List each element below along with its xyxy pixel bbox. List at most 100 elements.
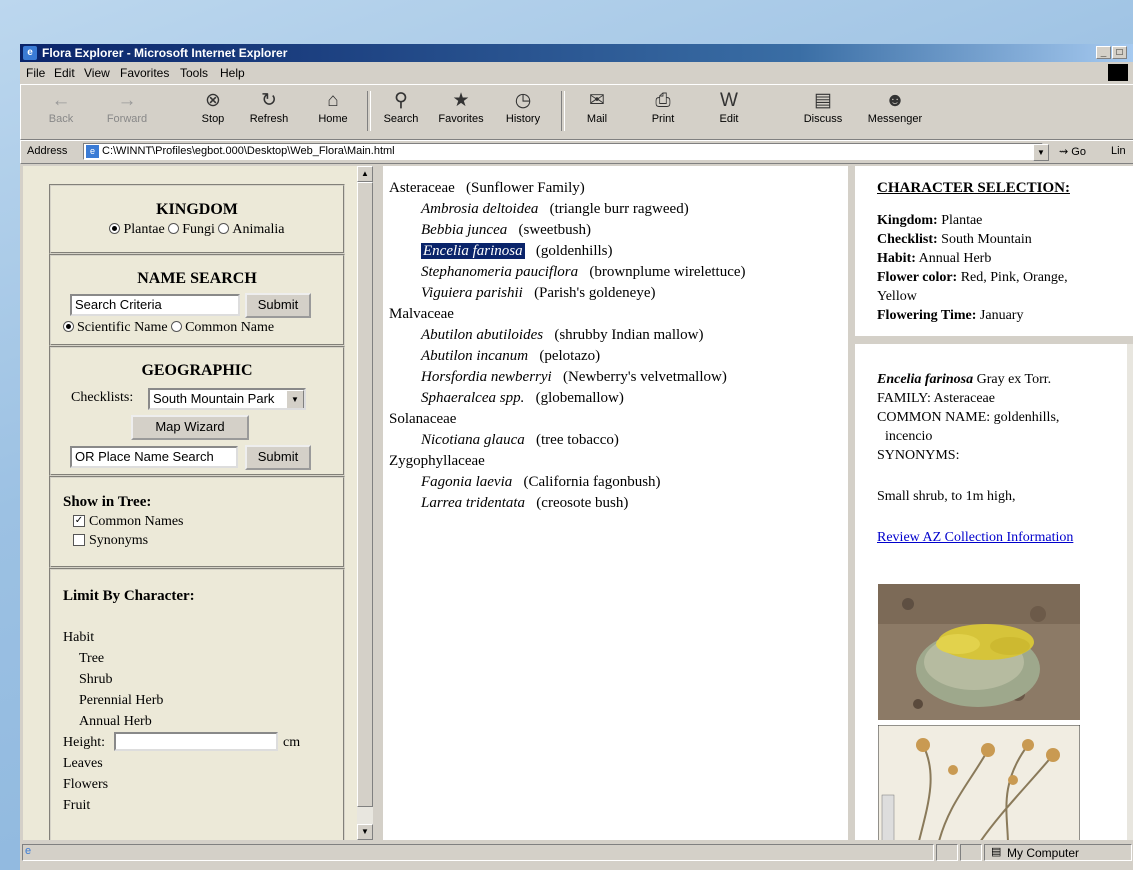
refresh-label: Refresh <box>249 113 289 125</box>
address-input[interactable]: e C:\WINNT\Profiles\egbot.000\Desktop\We… <box>83 143 1043 160</box>
tree-item-abutilon-abutiloides[interactable]: Abutilon abutiloides (shrubby Indian mal… <box>421 327 703 344</box>
tree-item-bebbia-juncea[interactable]: Bebbia juncea (sweetbush) <box>421 222 591 239</box>
mail-button[interactable]: ✉ Mail <box>569 89 625 125</box>
menu-help[interactable]: Help <box>220 66 245 80</box>
family-asteraceae[interactable]: Asteraceae (Sunflower Family) <box>389 180 585 197</box>
checklist-selected-value: South Mountain Park <box>153 391 275 406</box>
checklist-select[interactable]: South Mountain Park ▼ <box>148 388 306 410</box>
family-zygophyllaceae[interactable]: Zygophyllaceae <box>389 453 485 470</box>
checkbox-common-names[interactable]: ✓ Common Names <box>73 514 343 530</box>
stop-button[interactable]: ⊗ Stop <box>185 89 241 125</box>
herbarium-specimen-photo[interactable] <box>878 725 1080 840</box>
frame-splitter[interactable] <box>373 166 383 840</box>
minimize-button[interactable]: _ <box>1096 46 1111 59</box>
menu-view[interactable]: View <box>84 66 110 80</box>
scroll-up-arrow-icon[interactable]: ▲ <box>357 166 373 182</box>
habit-perennial-herb[interactable]: Perennial Herb <box>63 690 343 711</box>
messenger-button[interactable]: ☻ Messenger <box>861 89 929 125</box>
tree-item-ambrosia-deltoidea[interactable]: Ambrosia deltoidea (triangle burr ragwee… <box>421 201 689 218</box>
tree-item-larrea-tridentata[interactable]: Larrea tridentata (creosote bush) <box>421 495 628 512</box>
discuss-button[interactable]: ▤ Discuss <box>795 89 851 125</box>
forward-button[interactable]: → Forward <box>99 89 155 125</box>
go-arrow-icon: ⇝ <box>1059 146 1069 158</box>
tree-item-nicotiana-glauca[interactable]: Nicotiana glauca (tree tobacco) <box>421 432 619 449</box>
habit-label[interactable]: Habit <box>63 627 343 648</box>
frame-splitter[interactable] <box>855 336 1133 344</box>
checkbox-synonyms[interactable]: Synonyms <box>73 533 343 549</box>
left-frame-scrollbar[interactable]: ▲ ▼ <box>357 166 373 840</box>
height-input[interactable] <box>114 732 278 751</box>
geographic-submit-button[interactable]: Submit <box>245 445 311 470</box>
tree-item-viguiera-parishii[interactable]: Viguiera parishii (Parish's goldeneye) <box>421 285 655 302</box>
search-criteria-input[interactable]: Search Criteria <box>70 294 240 316</box>
links-button[interactable]: Lin <box>1111 145 1126 157</box>
search-label: Search <box>383 113 419 125</box>
history-button[interactable]: ◷ History <box>495 89 551 125</box>
tree-item-stephanomeria-pauciflora[interactable]: Stephanomeria pauciflora (brownplume wir… <box>421 264 746 281</box>
address-url: C:\WINNT\Profiles\egbot.000\Desktop\Web_… <box>102 145 395 157</box>
radio-animalia[interactable]: Animalia <box>218 222 285 237</box>
forward-arrow-icon: → <box>117 90 137 111</box>
favorites-button[interactable]: ★ Favorites <box>433 89 489 125</box>
name-search-heading: NAME SEARCH <box>137 270 257 287</box>
status-text-pane: e <box>22 844 934 861</box>
selected-kingdom: Kingdom: Plantae <box>877 213 983 228</box>
menu-tools[interactable]: Tools <box>180 66 208 80</box>
plant-photo[interactable] <box>878 584 1080 720</box>
map-wizard-button[interactable]: Map Wizard <box>131 415 249 440</box>
habit-tree[interactable]: Tree <box>63 648 343 669</box>
tree-item-abutilon-incanum[interactable]: Abutilon incanum (pelotazo) <box>421 348 600 365</box>
selected-habit: Habit: Annual Herb <box>877 251 992 266</box>
discuss-icon: ▤ <box>814 90 832 111</box>
tree-item-sphaeralcea-spp[interactable]: Sphaeralcea spp. (globemallow) <box>421 390 624 407</box>
refresh-button[interactable]: ↻ Refresh <box>241 89 297 125</box>
go-button[interactable]: ⇝ Go <box>1059 145 1086 158</box>
name-search-panel: NAME SEARCH Search Criteria Submit Scien… <box>49 254 345 346</box>
back-button[interactable]: ← Back <box>33 89 89 125</box>
habit-annual-herb[interactable]: Annual Herb <box>63 711 343 732</box>
name-search-submit-button[interactable]: Submit <box>245 293 311 318</box>
show-in-tree-heading: Show in Tree: <box>63 494 152 510</box>
tree-item-fagonia-laevia[interactable]: Fagonia laevia (California fagonbush) <box>421 474 661 491</box>
print-label: Print <box>651 113 675 125</box>
menu-file[interactable]: File <box>26 66 45 80</box>
species-detail-frame: Encelia farinosa Gray ex Torr. FAMILY: A… <box>855 344 1133 840</box>
review-az-collection-link[interactable]: Review AZ Collection Information <box>877 530 1073 545</box>
frame-splitter[interactable] <box>848 166 855 840</box>
selected-flower-color-cont: Yellow <box>877 289 917 304</box>
search-button[interactable]: ⚲ Search <box>373 89 429 125</box>
scroll-down-arrow-icon[interactable]: ▼ <box>357 824 373 840</box>
history-icon: ◷ <box>514 90 532 111</box>
history-label: History <box>505 113 541 125</box>
flowers-label[interactable]: Flowers <box>63 774 343 795</box>
radio-fungi[interactable]: Fungi <box>168 222 215 237</box>
edit-button[interactable]: W Edit <box>701 89 757 125</box>
home-icon: ⌂ <box>327 90 339 111</box>
toolbar: ← Back → Forward ⊗ Stop ↻ Refresh ⌂ Home ⚲ Sea… <box>20 84 1133 140</box>
address-dropdown-button[interactable]: ▼ <box>1033 144 1049 161</box>
tree-item-horsfordia-newberryi[interactable]: Horsfordia newberryi (Newberry's velvetm… <box>421 369 727 386</box>
detail-common-name-cont: incencio <box>885 429 933 444</box>
detail-common-name: COMMON NAME: goldenhills, <box>877 410 1060 425</box>
menu-edit[interactable]: Edit <box>54 66 75 80</box>
toolbar-separator <box>561 91 565 131</box>
security-zone-pane: ▤ My Computer <box>984 844 1132 861</box>
page-icon: e <box>86 145 99 158</box>
maximize-button[interactable]: □ <box>1112 46 1127 59</box>
security-zone-label: My Computer <box>1007 846 1080 860</box>
family-malvaceae[interactable]: Malvaceae <box>389 306 454 323</box>
habit-shrub[interactable]: Shrub <box>63 669 343 690</box>
chevron-down-icon: ▼ <box>286 390 304 408</box>
leaves-label[interactable]: Leaves <box>63 753 343 774</box>
print-button[interactable]: ⎙ Print <box>635 89 691 125</box>
home-button[interactable]: ⌂ Home <box>305 89 361 125</box>
radio-plantae[interactable]: Plantae <box>109 222 165 237</box>
scroll-thumb[interactable] <box>357 182 373 807</box>
radio-scientific-name[interactable]: Scientific Name <box>63 320 168 335</box>
tree-item-encelia-farinosa[interactable]: Encelia farinosa (goldenhills) <box>421 243 612 260</box>
radio-common-name[interactable]: Common Name <box>171 320 274 335</box>
menu-favorites[interactable]: Favorites <box>120 66 169 80</box>
place-name-search-input[interactable]: OR Place Name Search <box>70 446 238 468</box>
fruit-label[interactable]: Fruit <box>63 795 343 816</box>
family-solanaceae[interactable]: Solanaceae <box>389 411 456 428</box>
